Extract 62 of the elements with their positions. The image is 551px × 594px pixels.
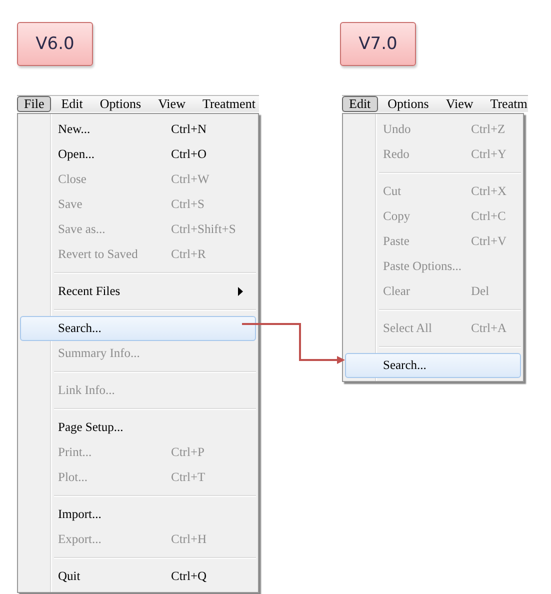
menu-title[interactable]: View xyxy=(438,96,480,112)
shortcut-label: Ctrl+V xyxy=(471,234,507,249)
menu-item-label: Open... xyxy=(58,147,94,162)
menu-item-label: Page Setup... xyxy=(58,420,124,435)
menu-item[interactable]: Page Setup... xyxy=(20,415,256,440)
menu-item-label: Quit xyxy=(58,569,80,584)
menu-item-label: Export... xyxy=(58,532,102,547)
menu-item-label: Paste Options... xyxy=(383,259,462,274)
shortcut-label: Ctrl+T xyxy=(171,470,206,485)
shortcut-label: Ctrl+X xyxy=(471,184,507,199)
shortcut-label: Ctrl+Y xyxy=(471,147,507,162)
shortcut-label: Ctrl+H xyxy=(171,532,207,547)
menu-item[interactable]: Open... Ctrl+O xyxy=(20,142,256,167)
shortcut-label: Ctrl+Z xyxy=(471,122,506,137)
shortcut-label: Ctrl+C xyxy=(471,209,506,224)
menu-item[interactable]: Import... xyxy=(20,502,256,527)
menu-item-label: Plot... xyxy=(58,470,88,485)
menu-item-label: Paste xyxy=(383,234,410,249)
menu-item-label: Save as... xyxy=(58,222,106,237)
menu-title[interactable]: Treatment xyxy=(195,96,259,112)
menu-item-label: Copy xyxy=(383,209,410,224)
menu-title[interactable]: Edit xyxy=(54,96,90,112)
menu-title[interactable]: Options xyxy=(92,96,148,112)
menu-item-label: Close xyxy=(58,172,86,187)
menu-item-label: Import... xyxy=(58,507,102,522)
menu-title[interactable]: View xyxy=(151,96,192,112)
shortcut-label: Ctrl+S xyxy=(171,197,204,212)
menu-item[interactable]: Search... xyxy=(20,316,256,341)
menu-item[interactable]: Search... xyxy=(345,353,521,378)
shortcut-label: Ctrl+P xyxy=(171,445,204,460)
menu-item-label: Select All xyxy=(383,321,432,336)
shortcut-label: Ctrl+R xyxy=(171,247,206,262)
shortcut-label: Ctrl+A xyxy=(471,321,507,336)
menu-item-label: Clear xyxy=(383,284,410,299)
menu-title[interactable]: Edit xyxy=(342,96,378,112)
menu-item-label: Recent Files xyxy=(58,284,120,299)
menu-item-label: Link Info... xyxy=(58,383,115,398)
menu-item-label: Summary Info... xyxy=(58,346,140,361)
menu-item-label: Redo xyxy=(383,147,410,162)
submenu-arrow-icon xyxy=(238,287,243,296)
shortcut-label: Ctrl+W xyxy=(171,172,210,187)
version-banner: V6.0 xyxy=(17,22,93,66)
menu-item-label: Search... xyxy=(383,358,426,373)
menu-item-label: Undo xyxy=(383,122,411,137)
menu-item[interactable]: Recent Files xyxy=(20,279,256,304)
menu-item-label: Revert to Saved xyxy=(58,247,138,262)
menu-title[interactable]: Treatm xyxy=(483,96,528,112)
shortcut-label: Ctrl+O xyxy=(171,147,207,162)
menu-item-label: Print... xyxy=(58,445,92,460)
version-banner: V7.0 xyxy=(340,22,416,66)
menu-title[interactable]: Options xyxy=(380,96,436,112)
shortcut-label: Del xyxy=(471,284,490,299)
shortcut-label: Ctrl+N xyxy=(171,122,207,137)
shortcut-label: Ctrl+Shift+S xyxy=(171,222,236,237)
menu-item-label: Search... xyxy=(58,321,102,336)
menu-title[interactable]: File xyxy=(17,96,52,112)
menu-item-label: New... xyxy=(58,122,90,137)
menu-item-label: Cut xyxy=(383,184,402,199)
menu-item[interactable]: New... Ctrl+N xyxy=(20,117,256,142)
menu-item[interactable]: Quit Ctrl+Q xyxy=(20,564,256,589)
menu-item-label: Save xyxy=(58,197,82,212)
shortcut-label: Ctrl+Q xyxy=(171,569,207,584)
